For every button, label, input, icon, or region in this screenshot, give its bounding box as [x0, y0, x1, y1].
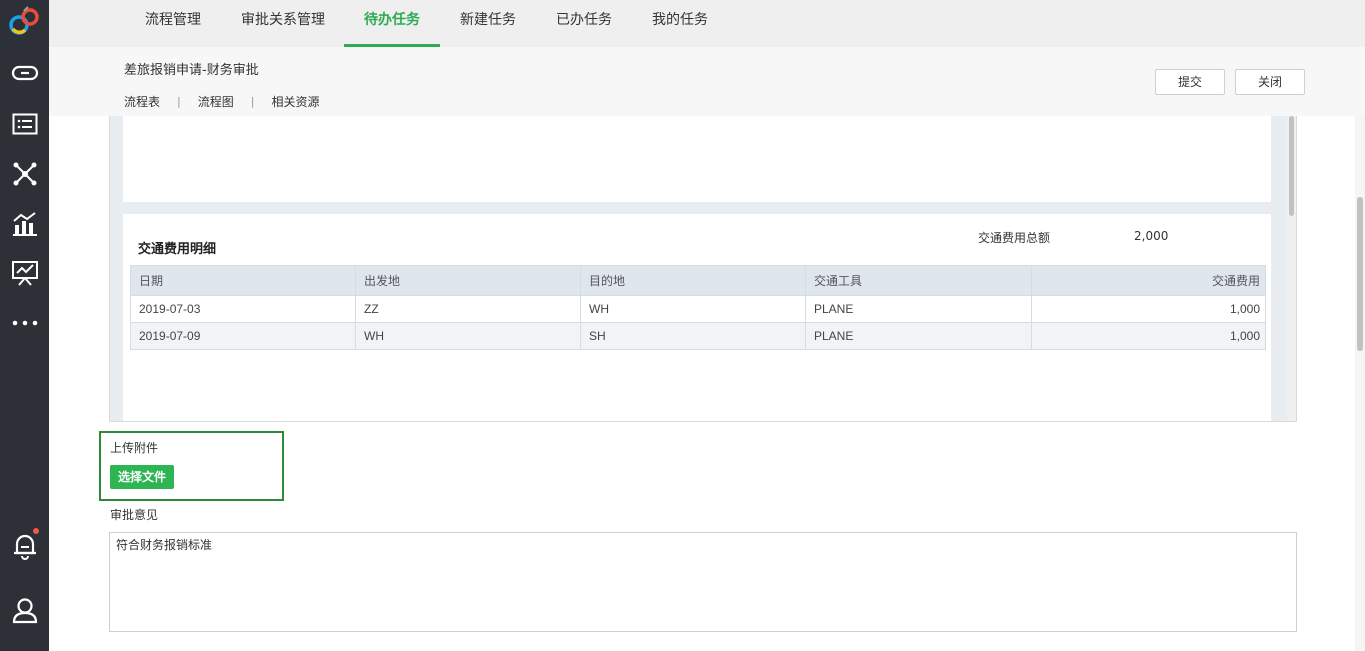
list-card-icon[interactable]: [0, 106, 49, 142]
cell-origin: ZZ: [355, 295, 581, 323]
upload-section: 上传附件 选择文件: [99, 431, 284, 501]
column-header-cost: 交通费用: [1031, 265, 1266, 296]
user-icon[interactable]: [0, 592, 49, 628]
upload-label: 上传附件: [110, 441, 159, 455]
total-value: 2,000: [1134, 229, 1169, 243]
cell-origin: WH: [355, 322, 581, 350]
choose-file-button[interactable]: 选择文件: [110, 465, 175, 489]
tab-my-tasks[interactable]: 我的任务: [652, 0, 708, 47]
close-button[interactable]: 关闭: [1235, 69, 1305, 95]
total-label: 交通费用总额: [978, 231, 1051, 245]
page-title: 差旅报销申请-财务审批: [124, 63, 259, 78]
cell-date: 2019-07-09: [130, 322, 356, 350]
column-header-vehicle: 交通工具: [805, 265, 1032, 296]
bell-icon[interactable]: [0, 528, 49, 564]
cell-vehicle: PLANE: [805, 322, 1032, 350]
opinion-label: 审批意见: [110, 508, 159, 522]
cell-cost: 1,000: [1031, 322, 1266, 350]
page-scrollbar[interactable]: [1355, 116, 1365, 651]
app-logo-icon[interactable]: [0, 4, 49, 40]
cell-date: 2019-07-03: [130, 295, 356, 323]
tab-approval-relations[interactable]: 审批关系管理: [241, 0, 325, 47]
presentation-icon[interactable]: [0, 255, 49, 291]
tab-pending-tasks[interactable]: 待办任务: [344, 0, 440, 47]
sub-tabs: 流程表 | 流程图 | 相关资源: [124, 93, 319, 110]
notification-dot: [33, 528, 39, 534]
column-header-destination: 目的地: [580, 265, 806, 296]
form-panel-top: [123, 116, 1271, 202]
form-frame: 交通费用明细 交通费用总额 2,000 日期 出发地 目的地 交通工具 交通费用…: [109, 116, 1297, 422]
column-header-date: 日期: [130, 265, 356, 296]
more-icon[interactable]: [0, 305, 49, 341]
link-resources[interactable]: 相关资源: [271, 93, 319, 110]
tab-process-management[interactable]: 流程管理: [145, 0, 201, 47]
divider: |: [177, 95, 181, 108]
table-row: 2019-07-03 ZZ WH PLANE 1,000: [130, 295, 1266, 323]
divider: |: [250, 95, 255, 108]
table-header-row: 日期 出发地 目的地 交通工具 交通费用: [130, 265, 1266, 296]
tab-completed-tasks[interactable]: 已办任务: [556, 0, 612, 47]
chart-icon[interactable]: [0, 206, 49, 242]
link-form[interactable]: 流程表: [124, 93, 160, 110]
task-header: 差旅报销申请-财务审批 流程表 | 流程图 | 相关资源 提交 关闭: [49, 47, 1365, 116]
top-nav: 流程管理 审批关系管理 待办任务 新建任务 已办任务 我的任务: [49, 0, 1365, 47]
table-row: 2019-07-09 WH SH PLANE 1,000: [130, 322, 1266, 350]
cell-vehicle: PLANE: [805, 295, 1032, 323]
network-icon[interactable]: [0, 156, 49, 192]
form-scrollbar-thumb[interactable]: [1289, 116, 1294, 216]
link-flowchart[interactable]: 流程图: [198, 93, 234, 110]
page-scrollbar-thumb[interactable]: [1357, 197, 1363, 351]
tab-new-task[interactable]: 新建任务: [460, 0, 516, 47]
transport-panel: 交通费用明细 交通费用总额 2,000 日期 出发地 目的地 交通工具 交通费用…: [123, 214, 1271, 421]
cell-cost: 1,000: [1031, 295, 1266, 323]
submit-button[interactable]: 提交: [1155, 69, 1225, 95]
column-header-origin: 出发地: [355, 265, 581, 296]
section-title: 交通费用明细: [138, 242, 217, 257]
link-icon[interactable]: [0, 55, 49, 91]
form-scrollbar[interactable]: [1287, 116, 1296, 421]
cell-destination: WH: [580, 295, 806, 323]
opinion-textarea[interactable]: 符合财务报销标准: [109, 532, 1297, 632]
left-sidebar: [0, 0, 49, 651]
transport-table: 日期 出发地 目的地 交通工具 交通费用 2019-07-03 ZZ WH PL…: [130, 265, 1266, 350]
cell-destination: SH: [580, 322, 806, 350]
